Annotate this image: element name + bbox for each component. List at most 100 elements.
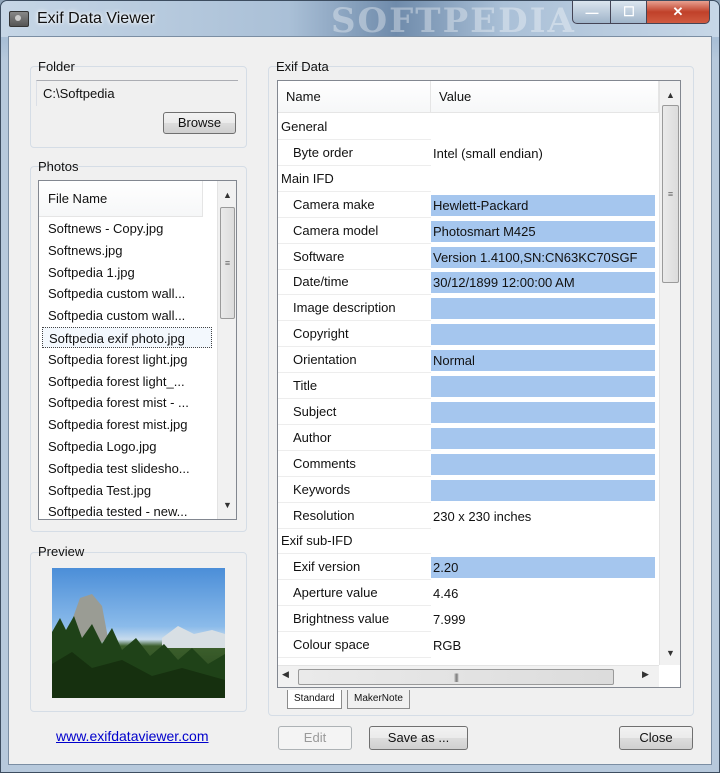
- close-icon: ✕: [672, 4, 684, 19]
- close-button[interactable]: Close: [619, 726, 693, 750]
- exif-vertical-scrollbar[interactable]: ▲ ≡ ▼: [659, 81, 680, 665]
- exif-row[interactable]: Colour space RGB: [278, 632, 659, 658]
- exif-row-value[interactable]: [431, 453, 655, 475]
- exif-row-value[interactable]: [431, 401, 655, 423]
- exif-scroll-down-arrow-icon[interactable]: ▼: [660, 645, 680, 661]
- exif-group-row[interactable]: Main IFD: [278, 166, 659, 192]
- exif-row[interactable]: Exif version 2.20: [278, 554, 659, 581]
- file-list-item[interactable]: Softnews.jpg: [42, 240, 212, 261]
- exif-row[interactable]: Aperture value 4.46: [278, 580, 659, 607]
- exif-row-name: Main IFD: [278, 166, 431, 192]
- exif-row[interactable]: Image description: [278, 295, 659, 322]
- exif-row-value[interactable]: 7.999: [431, 609, 655, 630]
- value-column-header[interactable]: Value: [431, 81, 659, 113]
- exif-row-value[interactable]: 4.46: [431, 583, 655, 604]
- exif-row-value[interactable]: [431, 479, 655, 501]
- file-list-item[interactable]: Softpedia forest mist - ...: [42, 392, 212, 413]
- exif-row-name: Comments: [278, 451, 431, 477]
- file-list-item[interactable]: Softpedia Logo.jpg: [42, 436, 212, 457]
- exif-row-value[interactable]: [431, 298, 655, 320]
- exif-row-name: Orientation: [278, 347, 431, 374]
- file-list-item[interactable]: Softpedia custom wall...: [42, 283, 212, 304]
- exif-row[interactable]: Camera model Photosmart M425: [278, 218, 659, 244]
- exif-row-value[interactable]: [431, 531, 655, 552]
- scroll-left-arrow-icon[interactable]: ◀: [282, 669, 289, 680]
- exif-row[interactable]: Keywords: [278, 477, 659, 503]
- maximize-button[interactable]: ☐: [610, 1, 648, 24]
- exif-group-row[interactable]: General: [278, 114, 659, 140]
- file-list-item[interactable]: Softpedia tested - new...: [42, 501, 212, 519]
- file-list-scroll-thumb[interactable]: ≡: [220, 207, 235, 319]
- name-column-header[interactable]: Name: [278, 81, 431, 113]
- exif-row[interactable]: Author: [278, 425, 659, 451]
- exif-row-value[interactable]: [431, 117, 655, 138]
- file-list-item[interactable]: Softpedia Test.jpg: [42, 480, 212, 501]
- exif-row-value[interactable]: [431, 427, 655, 449]
- file-list-item[interactable]: Softpedia custom wall...: [42, 305, 212, 326]
- exif-vertical-scroll-thumb[interactable]: ≡: [662, 105, 679, 283]
- file-list-item[interactable]: Softpedia forest light_...: [42, 371, 212, 392]
- exif-row[interactable]: Camera make Hewlett-Packard: [278, 192, 659, 218]
- exif-row[interactable]: Subject: [278, 399, 659, 425]
- website-link[interactable]: www.exifdataviewer.com: [56, 728, 209, 744]
- exif-row[interactable]: Orientation Normal: [278, 347, 659, 374]
- tab-standard[interactable]: Standard: [287, 690, 342, 709]
- scroll-up-arrow-icon[interactable]: ▲: [218, 187, 236, 203]
- exif-row-value[interactable]: RGB: [431, 635, 655, 656]
- title-bar[interactable]: Exif Data Viewer SOFTPEDIA — ☐ ✕: [1, 1, 719, 41]
- exif-row[interactable]: Brightness value 7.999: [278, 606, 659, 633]
- exif-row-value[interactable]: Version 1.4100,SN:CN63KC70SGF: [431, 246, 655, 268]
- exif-row-value[interactable]: 2.20: [431, 557, 655, 579]
- file-list-scrollbar[interactable]: ▲ ≡ ▼: [217, 181, 236, 519]
- close-window-button[interactable]: ✕: [646, 1, 710, 24]
- exif-row-name: Camera make: [278, 192, 431, 218]
- exif-row-name: Copyright: [278, 321, 431, 348]
- exif-row-name: Keywords: [278, 477, 431, 503]
- exif-row[interactable]: Date/time 30/12/1899 12:00:00 AM: [278, 269, 659, 296]
- file-list-item[interactable]: Softpedia exif photo.jpg: [42, 327, 212, 348]
- camera-icon[interactable]: [9, 11, 29, 27]
- exif-row-name: Title: [278, 373, 431, 399]
- exif-group-row[interactable]: Exif sub-IFD: [278, 528, 659, 555]
- exif-row[interactable]: Comments: [278, 451, 659, 477]
- edit-button[interactable]: Edit: [278, 726, 352, 750]
- exif-table[interactable]: Name Value General Byte order Intel (small…: [277, 80, 681, 688]
- exif-row-name: Byte order: [278, 140, 431, 166]
- minimize-button[interactable]: —: [572, 1, 612, 24]
- file-list-item[interactable]: Softpedia test slidesho...: [42, 458, 212, 479]
- preview-image: [52, 568, 225, 698]
- exif-row-value[interactable]: 230 x 230 inches: [431, 506, 655, 527]
- exif-scroll-up-arrow-icon[interactable]: ▲: [660, 87, 680, 103]
- exif-row-value[interactable]: Intel (small endian): [431, 143, 655, 164]
- file-list[interactable]: File Name Softnews - Copy.jpg Softnews.jp…: [38, 180, 237, 520]
- exif-row[interactable]: Resolution 230 x 230 inches: [278, 503, 659, 529]
- file-list-item[interactable]: Softpedia 1.jpg: [42, 262, 212, 283]
- folder-path-field[interactable]: C:\Softpedia: [36, 80, 238, 106]
- save-as-button[interactable]: Save as ...: [369, 726, 468, 750]
- folder-label: Folder: [38, 59, 75, 74]
- exif-row[interactable]: Software Version 1.4100,SN:CN63KC70SGF: [278, 244, 659, 270]
- exif-row-name: Image description: [278, 295, 431, 322]
- tab-makernote[interactable]: MakerNote: [347, 690, 410, 709]
- exif-row-value[interactable]: Normal: [431, 350, 655, 372]
- exif-row-value[interactable]: 30/12/1899 12:00:00 AM: [431, 272, 655, 294]
- exif-row[interactable]: Title: [278, 373, 659, 399]
- exif-row[interactable]: Copyright: [278, 321, 659, 348]
- exif-row-value[interactable]: [431, 169, 655, 190]
- exif-row-name: Software: [278, 244, 431, 270]
- scroll-down-arrow-icon[interactable]: ▼: [218, 497, 236, 513]
- exif-row[interactable]: Byte order Intel (small endian): [278, 140, 659, 166]
- browse-button[interactable]: Browse: [163, 112, 236, 134]
- file-name-column-header[interactable]: File Name: [39, 181, 203, 217]
- exif-row-value[interactable]: [431, 376, 655, 397]
- file-list-item[interactable]: Softpedia forest light.jpg: [42, 349, 212, 370]
- exif-row-value[interactable]: Hewlett-Packard: [431, 194, 655, 216]
- exif-horizontal-scrollbar[interactable]: ◀ ||| ▶: [278, 665, 659, 687]
- file-list-item[interactable]: Softnews - Copy.jpg: [42, 218, 212, 239]
- file-list-item[interactable]: Softpedia forest mist.jpg: [42, 414, 212, 435]
- exif-row-name: Subject: [278, 399, 431, 425]
- scroll-right-arrow-icon[interactable]: ▶: [642, 669, 649, 680]
- exif-row-value[interactable]: [431, 324, 655, 346]
- exif-horizontal-scroll-thumb[interactable]: |||: [298, 669, 614, 685]
- exif-row-value[interactable]: Photosmart M425: [431, 220, 655, 242]
